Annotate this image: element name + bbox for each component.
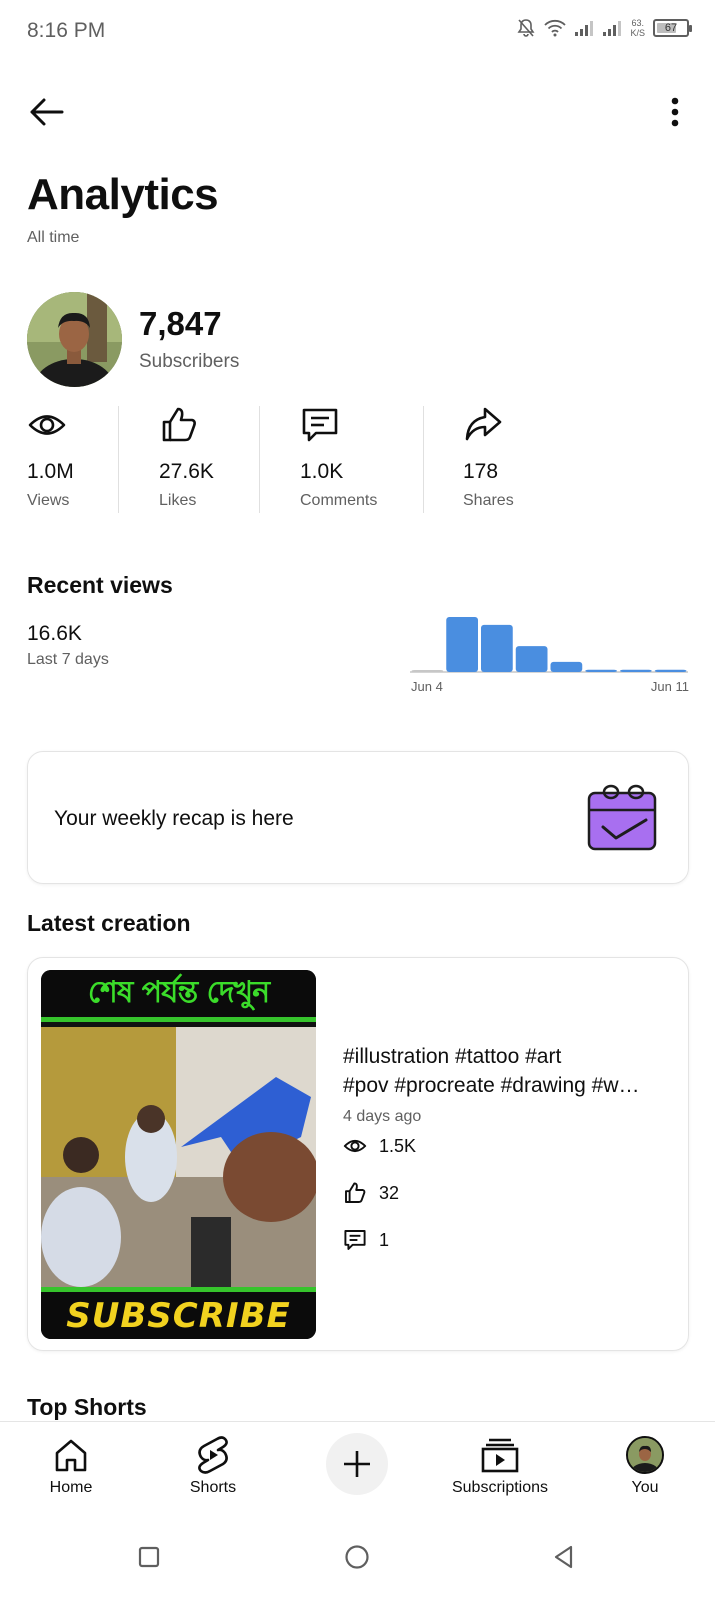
thumbnail-image [41,1027,316,1289]
video-views: 1.5K [343,1133,416,1159]
nav-you[interactable]: You [623,1422,667,1514]
thumbs-up-icon [159,405,199,445]
video-views-value: 1.5K [379,1135,417,1156]
chart-bar [481,624,513,672]
plus-icon [344,1451,370,1477]
stat-label: Likes [159,492,197,509]
chart-bar [654,669,687,672]
video-likes: 32 [343,1180,399,1206]
chart-bar [620,669,652,672]
nav-shorts-label: Shorts [189,1479,237,1496]
nav-home[interactable]: Home [46,1422,96,1514]
thumbnail-top-banner: শেষ পর্যন্ত দেখুন [41,970,316,1022]
create-button[interactable] [326,1433,388,1495]
network-speed-unit: K/S [630,28,645,38]
you-avatar [626,1436,664,1474]
back-system-button[interactable] [542,1535,586,1579]
video-comments: 1 [343,1227,389,1253]
network-speed-value: 63. [631,18,644,28]
eye-icon [343,1139,367,1153]
status-icons: 63. K/S 67 [516,18,692,38]
status-time: 8:16 PM [27,19,106,42]
subscriber-count: 7,847 [139,305,222,342]
video-thumbnail[interactable]: শেষ পর্যন্ত দেখুন SUBSCRIBE [41,970,316,1339]
home-icon [51,1435,91,1475]
latest-creation-card[interactable]: শেষ পর্যন্ত দেখুন SUBSCRIBE #illustratio… [27,957,689,1351]
recent-views-label: Last 7 days [27,651,109,668]
triangle-back-icon [554,1545,573,1569]
chart-tick-end: Jun 11 [650,679,689,694]
signal-icon [574,20,594,36]
chart-bar [446,617,478,672]
chart-tick-start: Jun 4 [411,679,443,694]
battery-level: 67 [664,22,678,34]
subscriptions-icon [480,1435,520,1475]
video-comments-value: 1 [379,1229,390,1250]
battery-icon: 67 [653,19,692,37]
nav-subscriptions[interactable]: Subscriptions [445,1422,555,1514]
chart-bar [550,661,583,672]
stat-value: 178 [463,460,499,483]
stat-label: Views [27,492,70,509]
recent-apps-button[interactable] [127,1535,171,1579]
comment-icon [300,405,340,445]
page-title: Analytics [27,170,219,219]
bottom-navigation: Home Shorts Subscriptions You [0,1421,715,1513]
eye-icon [27,405,67,445]
top-shorts-title: Top Shorts [27,1394,147,1420]
notifications-off-icon [516,18,536,38]
recap-text: Your weekly recap is here [54,807,294,830]
more-vertical-icon [671,97,679,127]
shorts-icon [193,1435,233,1475]
home-system-button[interactable] [335,1535,379,1579]
recent-views-title: Recent views [27,572,173,598]
stats-row: 1.0M Views 27.6K Likes 1.0K Comments 178… [0,405,715,515]
chart-bar [585,669,617,672]
arrow-left-icon [30,98,64,126]
nav-you-label: You [631,1479,659,1496]
square-icon [138,1546,160,1568]
stat-label: Shares [463,492,514,509]
nav-subscriptions-label: Subscriptions [451,1479,549,1496]
nav-you-icon-wrap [625,1435,665,1475]
system-navigation [0,1513,715,1600]
wifi-icon [544,19,567,37]
signal-icon-2 [602,20,622,36]
video-title-line: #pov #procreate #drawing #w… [343,1074,640,1097]
stat-label: Comments [300,492,378,509]
more-options-button[interactable] [665,92,685,132]
chart-bar [411,670,444,672]
subscriber-label: Subscribers [139,351,240,372]
status-bar: 8:16 PM 63. K/S 67 [0,0,715,62]
chart-bar [515,646,548,672]
recent-views-value: 16.6K [27,622,82,645]
comment-icon [344,1230,366,1250]
nav-home-label: Home [49,1479,93,1496]
video-title: #illustration #tattoo #art #pov #procrea… [343,1042,673,1100]
stats-divider [259,406,260,513]
page-subtitle: All time [27,229,80,246]
share-icon [463,405,503,445]
latest-creation-title: Latest creation [27,910,191,936]
thumbnail-bottom-text: SUBSCRIBE [66,1295,291,1336]
video-age: 4 days ago [343,1108,422,1125]
circle-icon [345,1545,369,1569]
stat-value: 27.6K [159,460,214,483]
thumbnail-top-text: শেষ পর্যন্ত দেখুন [87,975,270,1010]
thumbs-up-icon [345,1182,366,1203]
stat-value: 1.0K [300,460,344,483]
thumbnail-bottom-banner: SUBSCRIBE [41,1287,316,1339]
video-likes-value: 32 [379,1182,400,1203]
stats-divider [423,406,424,513]
stat-value: 1.0M [27,460,74,483]
recent-views-chart[interactable] [410,615,688,675]
network-speed: 63. K/S [630,18,645,38]
channel-avatar [27,292,122,387]
back-button[interactable] [26,92,66,132]
stats-divider [118,406,119,513]
nav-shorts[interactable]: Shorts [186,1422,240,1514]
weekly-recap-card[interactable]: Your weekly recap is here [27,751,689,884]
video-title-line: #illustration #tattoo #art [343,1045,562,1068]
calendar-check-icon [584,780,662,854]
